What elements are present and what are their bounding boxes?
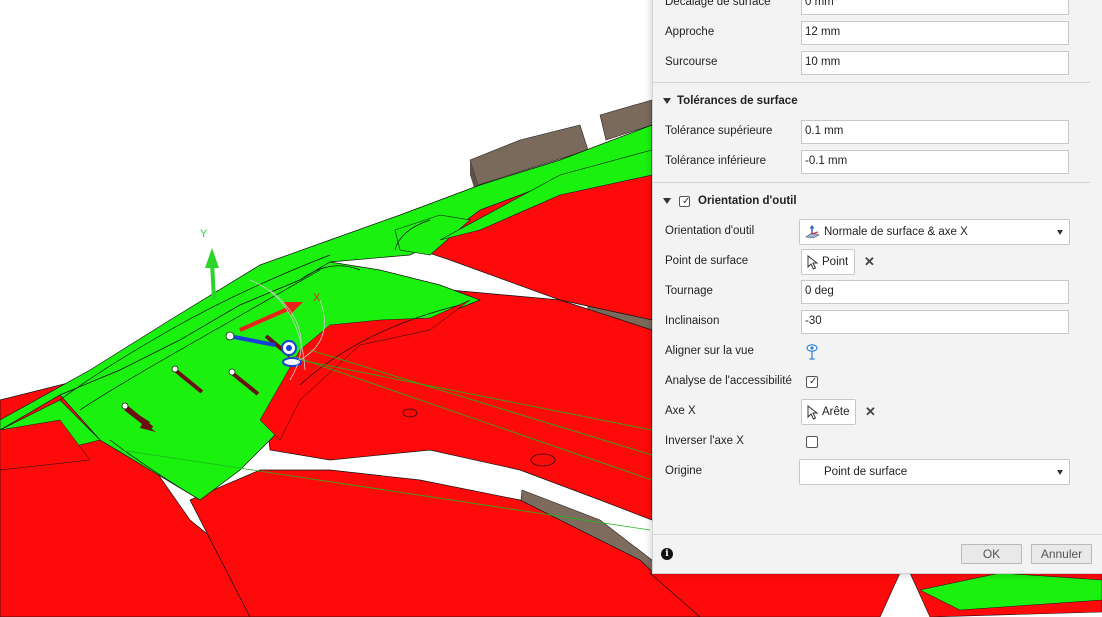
tool-orientation-value: Normale de surface & axe X	[824, 226, 968, 238]
x-axis-button-label: Arête	[822, 406, 850, 418]
tool-orientation-row: Orientation d'outil Normale de surface &…	[653, 217, 1102, 247]
overtravel-row: Surcourse 10 mm	[653, 48, 1102, 78]
lower-tolerance-row: Tolérance inférieure -0.1 mm	[653, 147, 1102, 177]
overtravel-label: Surcourse	[665, 56, 718, 68]
check-mark-icon: ✓	[809, 376, 818, 387]
divider	[653, 82, 1090, 83]
orientation-enable-checkbox[interactable]: ✓	[679, 196, 690, 207]
accessibility-row: Analyse de l'accessibilité ✓	[653, 367, 1102, 397]
x-axis-select-button[interactable]: Arête	[801, 399, 856, 425]
ok-button[interactable]: OK	[961, 544, 1022, 564]
cursor-arrow-icon	[807, 255, 819, 270]
invert-x-label: Inverser l'axe X	[665, 435, 744, 447]
approach-label: Approche	[665, 26, 715, 38]
surface-point-row: Point de surface Point ✕	[653, 247, 1102, 277]
surface-offset-field[interactable]: 0 mm	[801, 0, 1069, 15]
tolerances-section-header[interactable]: Tolérances de surface	[653, 87, 1102, 117]
origin-row: Origine Point de surface	[653, 457, 1102, 487]
align-view-label: Aligner sur la vue	[665, 345, 754, 357]
info-icon[interactable]: i	[661, 548, 673, 560]
accessibility-checkbox[interactable]: ✓	[806, 376, 818, 388]
invert-x-row: Inverser l'axe X	[653, 427, 1102, 457]
approach-field[interactable]: 12 mm	[801, 21, 1069, 45]
dialog-footer: i OK Annuler	[653, 534, 1102, 573]
surface-offset-label: Décalage de surface	[665, 0, 771, 8]
tolerances-title: Tolérances de surface	[677, 95, 798, 107]
surface-offset-row: Décalage de surface 0 mm	[653, 0, 1102, 18]
origin-label: Origine	[665, 465, 703, 477]
cancel-button[interactable]: Annuler	[1031, 544, 1092, 564]
divider	[653, 182, 1090, 183]
rotation-field[interactable]: 0 deg	[801, 280, 1069, 304]
orientation-title: Orientation d'outil	[698, 195, 797, 207]
surface-point-label: Point de surface	[665, 255, 749, 267]
clear-x-axis-icon[interactable]: ✕	[865, 404, 876, 420]
x-axis-row: Axe X Arête ✕	[653, 397, 1102, 427]
tool-orientation-panel: Décalage de surface 0 mm Approche 12 mm …	[652, 0, 1102, 574]
clear-surface-point-icon[interactable]: ✕	[864, 254, 875, 270]
tilt-field[interactable]: -30	[801, 310, 1069, 334]
x-axis-label: Axe X	[665, 405, 696, 417]
chevron-down-icon	[1057, 470, 1063, 475]
orientation-section-header[interactable]: ✓ Orientation d'outil	[653, 187, 1102, 217]
collapse-triangle-icon	[663, 198, 671, 204]
lower-tolerance-label: Tolérance inférieure	[665, 155, 767, 167]
axis-x-label: X	[313, 292, 321, 304]
tool-orientation-dropdown[interactable]: Normale de surface & axe X	[799, 219, 1070, 245]
align-view-row: Aligner sur la vue	[653, 337, 1102, 367]
surface-point-select-button[interactable]: Point	[801, 249, 855, 275]
eye-pin-icon[interactable]	[806, 343, 818, 361]
upper-tolerance-field[interactable]: 0.1 mm	[801, 120, 1069, 144]
approach-row: Approche 12 mm	[653, 18, 1102, 48]
upper-tolerance-label: Tolérance supérieure	[665, 125, 773, 137]
accessibility-label: Analyse de l'accessibilité	[665, 375, 792, 387]
tilt-label: Inclinaison	[665, 315, 720, 327]
upper-tolerance-row: Tolérance supérieure 0.1 mm	[653, 117, 1102, 147]
collapse-triangle-icon	[663, 98, 671, 104]
rotation-label: Tournage	[665, 285, 713, 297]
cursor-arrow-icon	[807, 405, 819, 420]
origin-dropdown[interactable]: Point de surface	[799, 459, 1070, 485]
lower-tolerance-field[interactable]: -0.1 mm	[801, 150, 1069, 174]
axis-y-label: Y	[200, 228, 208, 240]
overtravel-field[interactable]: 10 mm	[801, 51, 1069, 75]
tilt-row: Inclinaison -30	[653, 307, 1102, 337]
invert-x-checkbox[interactable]	[806, 436, 818, 448]
chevron-down-icon	[1057, 230, 1063, 235]
rotation-row: Tournage 0 deg	[653, 277, 1102, 307]
surface-normal-icon	[805, 225, 820, 239]
check-mark-icon: ✓	[682, 196, 691, 207]
surface-point-button-label: Point	[822, 256, 849, 268]
origin-value: Point de surface	[824, 466, 908, 478]
tool-orientation-label: Orientation d'outil	[665, 225, 755, 237]
